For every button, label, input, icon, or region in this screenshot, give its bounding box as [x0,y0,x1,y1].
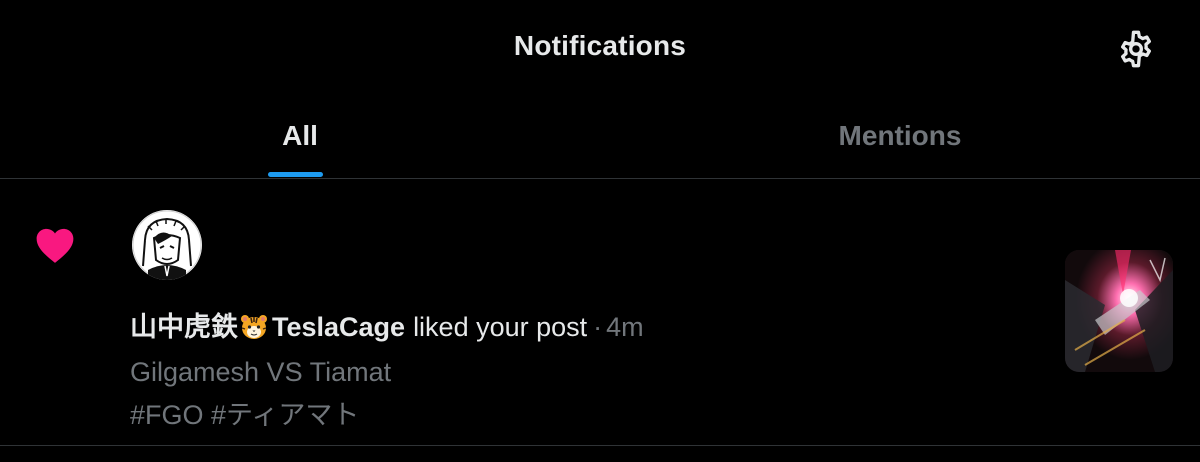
thumbnail-image [1065,250,1173,372]
heart-icon [36,228,74,263]
tab-mentions-label: Mentions [838,120,962,151]
tab-all[interactable]: All [0,96,600,178]
post-text-line: Gilgamesh VS Tiamat [130,357,392,387]
tab-all-label: All [282,120,318,151]
separator-dot: · [593,312,603,342]
avatar-illustration [132,210,202,280]
user-name-primary: 山中虎鉄 [130,312,238,342]
page-title: Notifications [513,30,687,61]
timestamp: 4m [606,312,644,342]
tab-bar: All Mentions [0,96,1200,179]
user-handle-name: TeslaCage [272,312,406,342]
user-name[interactable]: 山中虎鉄 TeslaCage [130,312,405,342]
avatar[interactable] [132,210,202,280]
tiger-face-icon [241,315,267,339]
active-tab-indicator [268,172,323,177]
action-text: liked your post [413,312,588,342]
header-bar: Notifications [0,0,1200,96]
notification-text: 山中虎鉄 TeslaCage liked your post · 4m [130,305,644,344]
settings-button[interactable] [1116,29,1156,69]
post-hashtags: #FGO #ティアマト [130,400,360,430]
post-preview: Gilgamesh VS Tiamat #FGO #ティアマト [130,351,391,437]
notification-item[interactable]: 山中虎鉄 TeslaCage liked your post · 4m Gilgame… [0,179,1200,446]
tab-mentions[interactable]: Mentions [600,96,1200,178]
post-thumbnail[interactable] [1065,250,1173,372]
gear-icon [1121,30,1151,68]
